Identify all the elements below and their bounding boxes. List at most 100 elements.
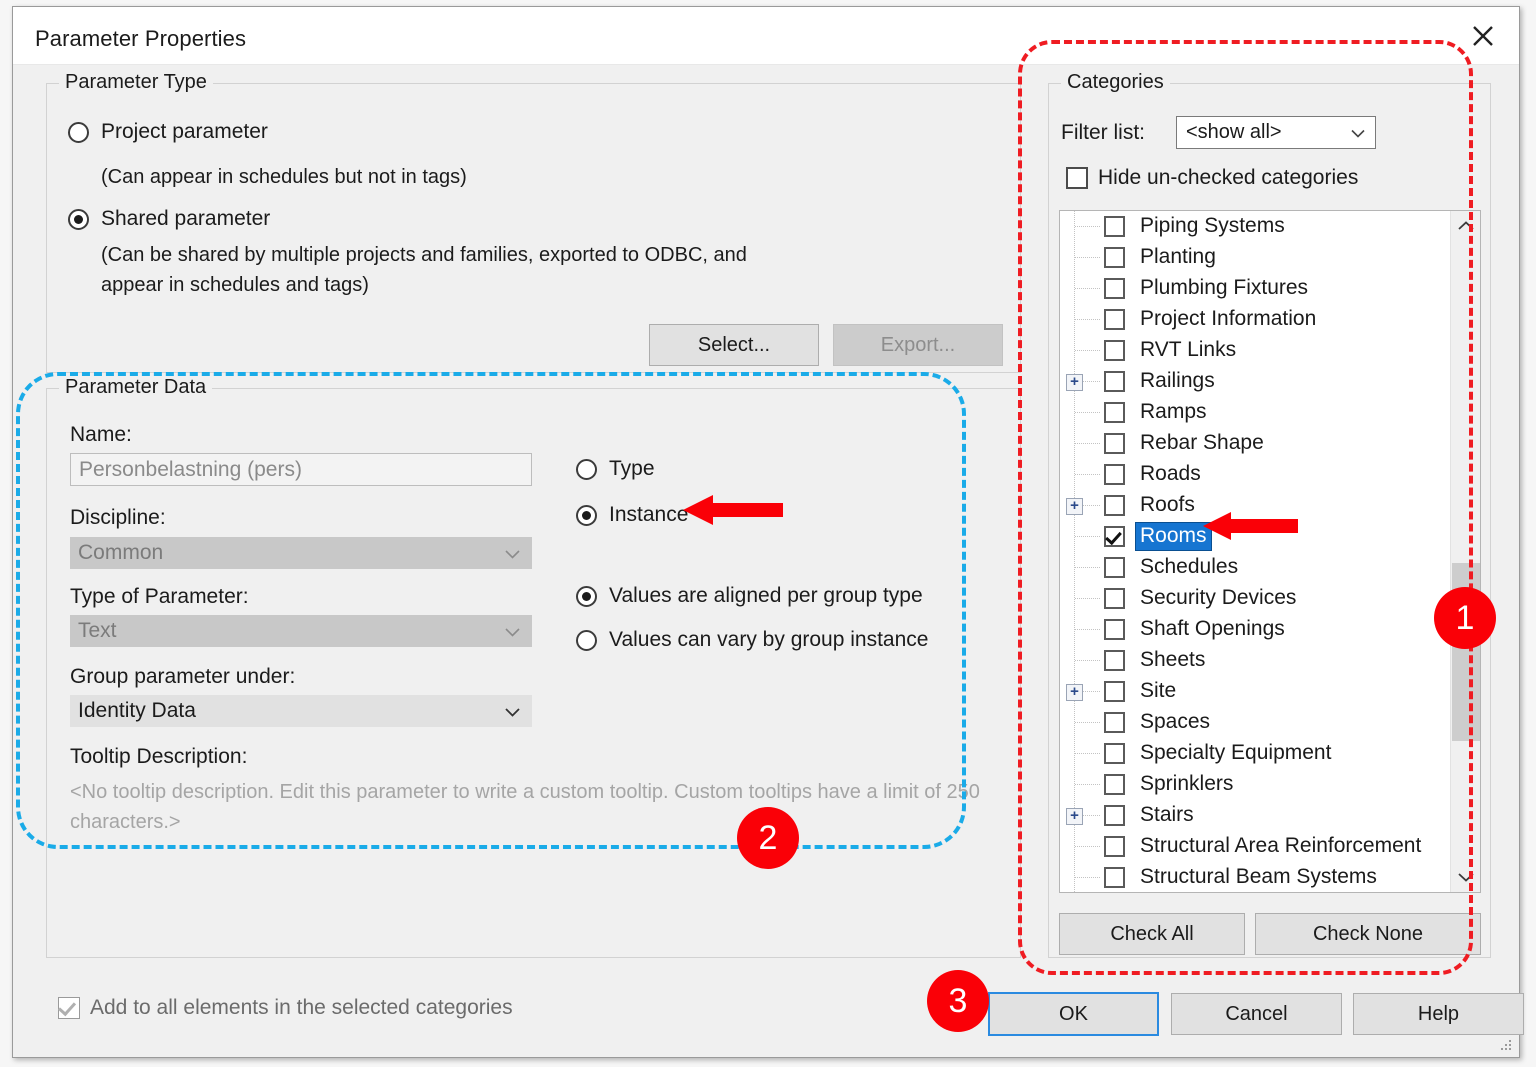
tree-connector bbox=[1075, 660, 1100, 661]
expand-plus-icon[interactable]: + bbox=[1066, 684, 1083, 701]
tree-connector bbox=[1075, 474, 1100, 475]
tree-connector bbox=[1075, 877, 1100, 878]
category-row[interactable]: Specialty Equipment bbox=[1060, 738, 1450, 769]
category-label: Ramps bbox=[1140, 400, 1207, 423]
category-checkbox[interactable] bbox=[1104, 712, 1125, 733]
add-to-all-elements-checkbox: Add to all elements in the selected cate… bbox=[58, 996, 513, 1020]
hide-unchecked-categories-label: Hide un-checked categories bbox=[1098, 166, 1359, 189]
category-row[interactable]: RVT Links bbox=[1060, 335, 1450, 366]
tree-connector bbox=[1075, 226, 1100, 227]
category-checkbox[interactable] bbox=[1104, 743, 1125, 764]
category-row[interactable]: Roads bbox=[1060, 459, 1450, 490]
category-checkbox[interactable] bbox=[1104, 681, 1125, 702]
checkbox-indicator-hide-unchecked bbox=[1066, 167, 1088, 189]
category-label: Schedules bbox=[1140, 555, 1239, 578]
check-none-button[interactable]: Check None bbox=[1255, 913, 1481, 955]
name-input[interactable]: Personbelastning (pers) bbox=[70, 453, 532, 486]
category-row[interactable]: + Site bbox=[1060, 676, 1450, 707]
category-checkbox[interactable] bbox=[1104, 650, 1125, 671]
category-row[interactable]: Sprinklers bbox=[1060, 769, 1450, 800]
category-checkbox[interactable] bbox=[1104, 867, 1125, 888]
category-checkbox[interactable] bbox=[1104, 278, 1125, 299]
tree-connector bbox=[1075, 412, 1100, 413]
category-label: Roofs bbox=[1140, 493, 1195, 516]
categories-list[interactable]: Piping Systems Planting Plumbing Fixtures P… bbox=[1059, 210, 1481, 893]
category-label: Sheets bbox=[1140, 648, 1206, 671]
cancel-button[interactable]: Cancel bbox=[1171, 993, 1342, 1035]
radio-instance-binding[interactable]: Instance bbox=[576, 503, 688, 527]
resize-grip[interactable] bbox=[1499, 1038, 1513, 1052]
category-label: Rebar Shape bbox=[1140, 431, 1264, 454]
chevron-down-icon-discipline bbox=[505, 541, 520, 565]
tree-connector bbox=[1075, 536, 1100, 537]
radio-shared-parameter[interactable]: Shared parameter bbox=[68, 207, 270, 231]
category-checkbox[interactable] bbox=[1104, 402, 1125, 423]
category-row[interactable]: Rooms bbox=[1060, 521, 1450, 552]
help-button[interactable]: Help bbox=[1353, 993, 1524, 1035]
category-row[interactable]: Plumbing Fixtures bbox=[1060, 273, 1450, 304]
chevron-down-icon-scroll[interactable] bbox=[1451, 862, 1480, 892]
category-checkbox[interactable] bbox=[1104, 247, 1125, 268]
radio-project-parameter[interactable]: Project parameter bbox=[68, 120, 268, 144]
chevron-up-icon[interactable] bbox=[1451, 211, 1480, 241]
radio-values-vary[interactable]: Values can vary by group instance bbox=[576, 628, 928, 652]
radio-label-shared: Shared parameter bbox=[101, 207, 271, 230]
expand-plus-icon[interactable]: + bbox=[1066, 808, 1083, 825]
type-of-parameter-value: Text bbox=[78, 619, 117, 642]
expand-plus-icon[interactable]: + bbox=[1066, 374, 1083, 391]
ok-button[interactable]: OK bbox=[988, 992, 1159, 1036]
category-row[interactable]: Spaces bbox=[1060, 707, 1450, 738]
category-row[interactable]: Project Information bbox=[1060, 304, 1450, 335]
category-checkbox[interactable] bbox=[1104, 836, 1125, 857]
category-checkbox[interactable] bbox=[1104, 464, 1125, 485]
category-row[interactable]: Rebar Shape bbox=[1060, 428, 1450, 459]
category-row[interactable]: Shaft Openings bbox=[1060, 614, 1450, 645]
category-checkbox[interactable] bbox=[1104, 216, 1125, 237]
category-checkbox[interactable] bbox=[1104, 619, 1125, 640]
category-row[interactable]: Structural Beam Systems bbox=[1060, 862, 1450, 892]
category-row[interactable]: + Railings bbox=[1060, 366, 1450, 397]
group-parameter-under-select[interactable]: Identity Data bbox=[70, 695, 532, 727]
filter-list-select[interactable]: <show all> bbox=[1176, 116, 1376, 149]
category-row[interactable]: Security Devices bbox=[1060, 583, 1450, 614]
chevron-down-icon-type bbox=[505, 619, 520, 643]
category-row[interactable]: Schedules bbox=[1060, 552, 1450, 583]
category-checkbox[interactable] bbox=[1104, 433, 1125, 454]
radio-values-aligned[interactable]: Values are aligned per group type bbox=[576, 584, 923, 608]
expand-plus-icon[interactable]: + bbox=[1066, 498, 1083, 515]
categories-list-scrollbar[interactable] bbox=[1450, 211, 1480, 892]
category-row[interactable]: Planting bbox=[1060, 242, 1450, 273]
category-checkbox[interactable] bbox=[1104, 774, 1125, 795]
category-checkbox[interactable] bbox=[1104, 588, 1125, 609]
radio-label-type: Type bbox=[609, 457, 655, 480]
dialog-titlebar: Parameter Properties bbox=[13, 7, 1519, 65]
category-checkbox[interactable] bbox=[1104, 557, 1125, 578]
category-row[interactable]: Sheets bbox=[1060, 645, 1450, 676]
category-row[interactable]: + Stairs bbox=[1060, 800, 1450, 831]
category-checkbox[interactable] bbox=[1104, 805, 1125, 826]
category-row[interactable]: Structural Area Reinforcement bbox=[1060, 831, 1450, 862]
tree-connector bbox=[1075, 257, 1100, 258]
category-checkbox[interactable] bbox=[1104, 371, 1125, 392]
filter-list-label: Filter list: bbox=[1061, 121, 1145, 144]
screenshot-root: Parameter Properties Parameter Type Proj… bbox=[0, 0, 1536, 1067]
category-checkbox[interactable] bbox=[1104, 340, 1125, 361]
tree-connector bbox=[1075, 350, 1100, 351]
category-label: Railings bbox=[1140, 369, 1215, 392]
select-button[interactable]: Select... bbox=[649, 324, 819, 366]
category-label: Rooms bbox=[1135, 522, 1212, 551]
category-row[interactable]: Piping Systems bbox=[1060, 211, 1450, 242]
category-row[interactable]: + Roofs bbox=[1060, 490, 1450, 521]
close-icon[interactable] bbox=[1457, 15, 1509, 57]
hide-unchecked-categories-checkbox[interactable]: Hide un-checked categories bbox=[1066, 166, 1358, 190]
category-label: Structural Area Reinforcement bbox=[1140, 834, 1422, 857]
radio-type-binding[interactable]: Type bbox=[576, 457, 655, 481]
category-checkbox[interactable] bbox=[1104, 309, 1125, 330]
category-checkbox[interactable] bbox=[1104, 526, 1125, 547]
category-row[interactable]: Ramps bbox=[1060, 397, 1450, 428]
tree-connector bbox=[1075, 753, 1100, 754]
radio-indicator-project bbox=[68, 121, 89, 143]
category-label: Specialty Equipment bbox=[1140, 741, 1332, 764]
check-all-button[interactable]: Check All bbox=[1059, 913, 1245, 955]
category-checkbox[interactable] bbox=[1104, 495, 1125, 516]
